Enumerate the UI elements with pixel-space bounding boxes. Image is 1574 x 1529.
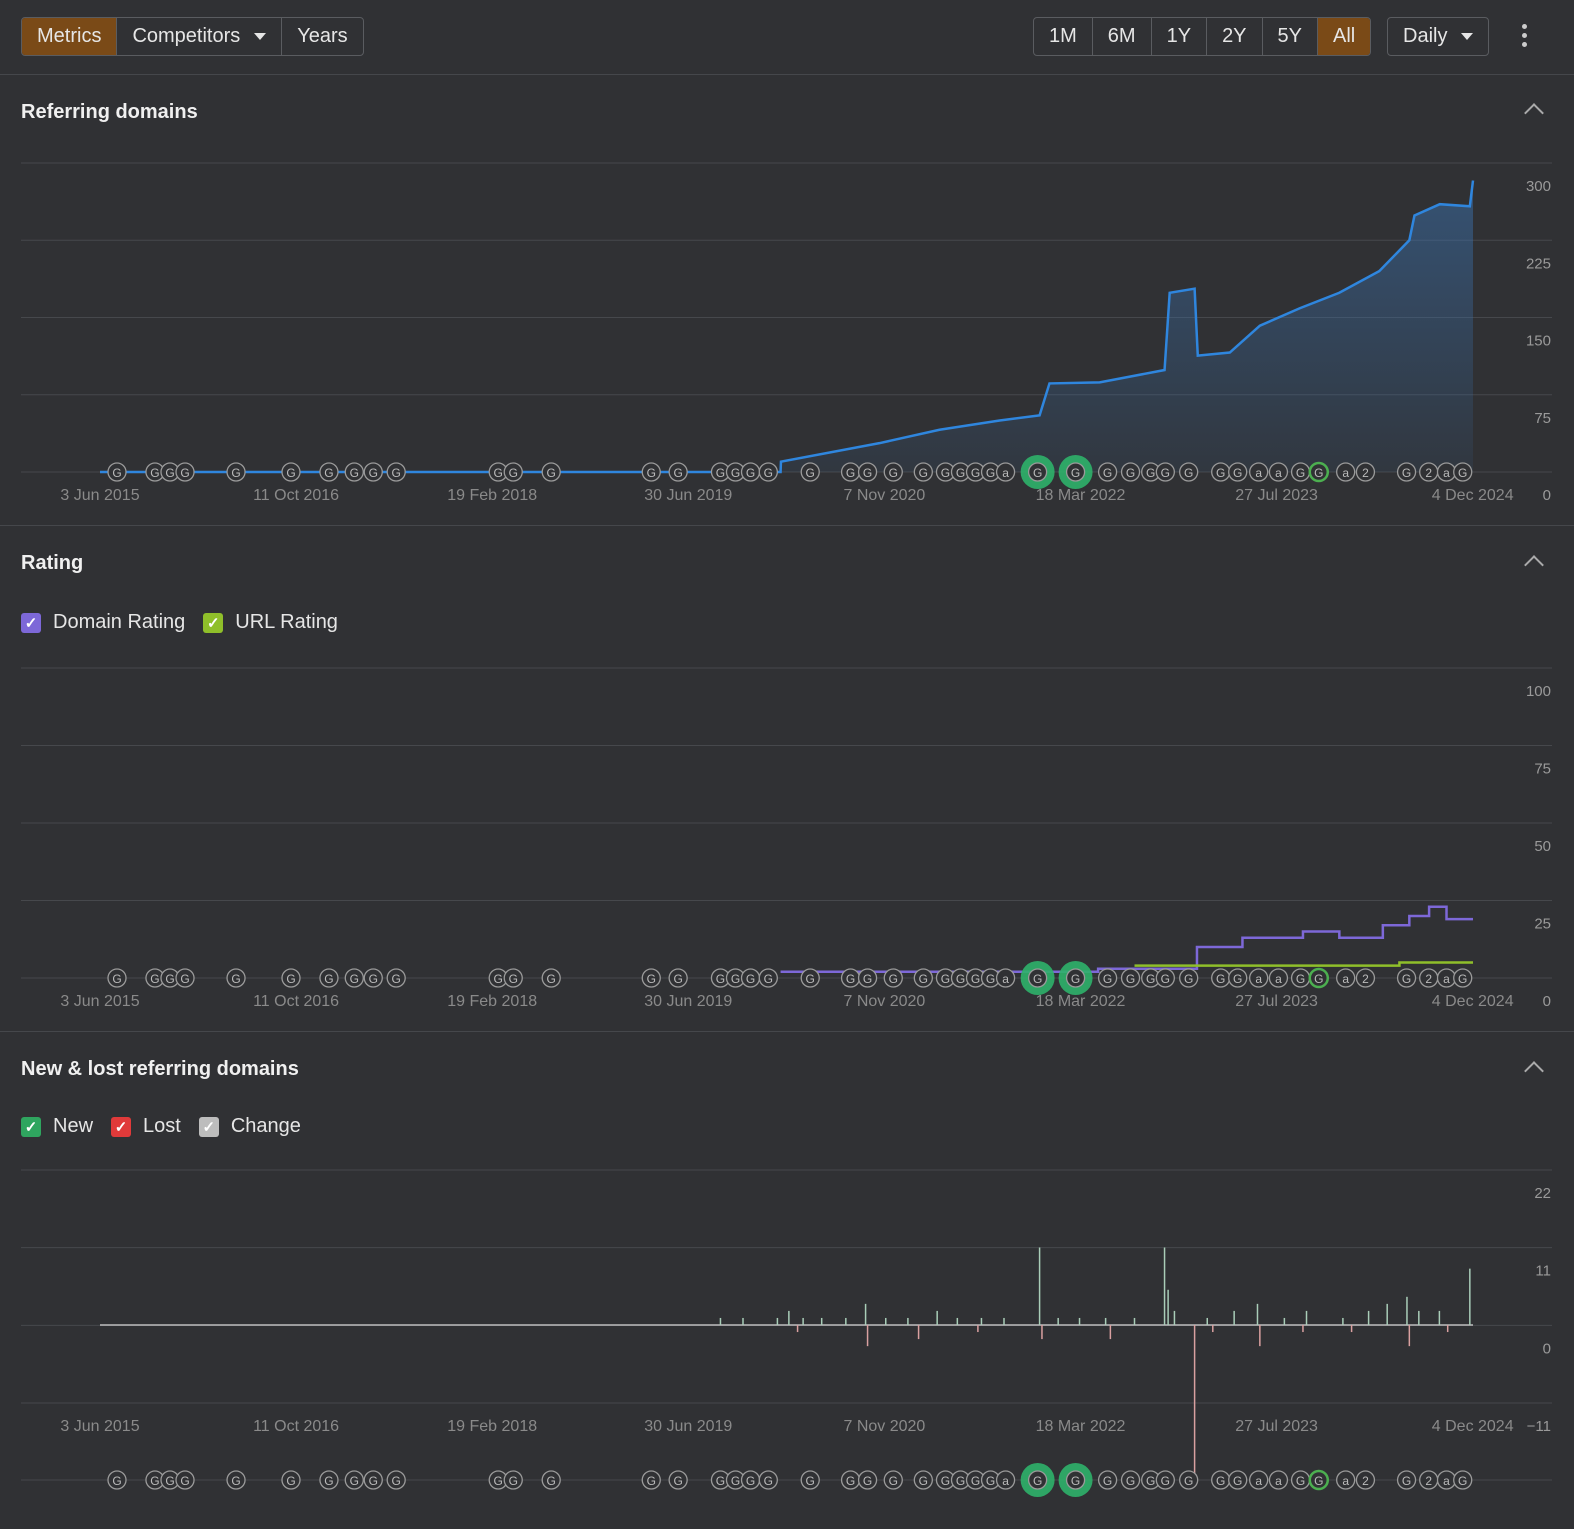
annotation-marker-label: G	[919, 1474, 928, 1488]
annotation-marker-label: a	[1443, 1474, 1450, 1488]
annotation-marker-label: G	[1033, 1474, 1042, 1488]
x-tick-label: 30 Jun 2019	[644, 1418, 732, 1435]
x-tick-label: 19 Feb 2018	[447, 1418, 537, 1435]
annotation-marker-label: G	[1233, 1474, 1242, 1488]
annotation-marker-label: G	[956, 1474, 965, 1488]
annotation-marker-label: G	[1146, 1474, 1155, 1488]
annotation-marker-label: G	[1071, 1474, 1080, 1488]
annotation-marker-label: G	[971, 1474, 980, 1488]
annotation-marker-label: G	[165, 1474, 174, 1488]
annotation-marker-label: G	[494, 1474, 503, 1488]
annotation-marker-label: G	[746, 1474, 755, 1488]
annotation-marker-label: G	[846, 1474, 855, 1488]
x-tick-label: 11 Oct 2016	[253, 1418, 339, 1435]
annotation-marker-label: G	[1216, 1474, 1225, 1488]
x-tick-label: 3 Jun 2015	[60, 1418, 139, 1435]
annotation-marker-label: a	[1002, 1474, 1009, 1488]
annotation-marker-label: a	[1342, 1474, 1349, 1488]
annotation-marker-label: G	[324, 1474, 333, 1488]
annotation-marker-label: G	[806, 1474, 815, 1488]
annotation-marker-label: G	[1184, 1474, 1193, 1488]
annotation-marker-label: G	[1458, 1474, 1467, 1488]
x-tick-label: 27 Jul 2023	[1235, 1418, 1318, 1435]
annotation-marker-label: G	[112, 1474, 121, 1488]
annotation-marker-label: G	[150, 1474, 159, 1488]
x-tick-label: 4 Dec 2024	[1432, 1418, 1514, 1435]
annotation-marker-label: G	[286, 1474, 295, 1488]
annotation-marker-label: G	[764, 1474, 773, 1488]
annotation-marker-label: G	[547, 1474, 556, 1488]
annotation-marker-label: G	[369, 1474, 378, 1488]
annotation-marker-label: G	[1161, 1474, 1170, 1488]
x-tick-label: 18 Mar 2022	[1036, 1418, 1126, 1435]
annotation-marker-label: G	[716, 1474, 725, 1488]
annotation-marker-label: G	[392, 1474, 401, 1488]
annotation-marker-label: G	[1126, 1474, 1135, 1488]
annotation-marker-label: a	[1255, 1474, 1262, 1488]
annotation-marker-label: 2	[1425, 1474, 1432, 1488]
annotation-marker-label: G	[1314, 1474, 1323, 1488]
y-tick-label: 22	[1534, 1185, 1551, 1202]
annotation-marker-label: G	[1296, 1474, 1305, 1488]
annotation-marker-label: G	[986, 1474, 995, 1488]
annotation-marker-label: G	[231, 1474, 240, 1488]
y-tick-label: 0	[1543, 1340, 1551, 1357]
annotation-marker-label: G	[889, 1474, 898, 1488]
annotation-marker-label: G	[731, 1474, 740, 1488]
y-tick-label: 11	[1535, 1263, 1551, 1280]
annotation-marker-label: 2	[1362, 1474, 1369, 1488]
annotation-marker-label: G	[350, 1474, 359, 1488]
annotation-marker-label: G	[180, 1474, 189, 1488]
annotation-marker-label: a	[1275, 1474, 1282, 1488]
x-tick-label: 7 Nov 2020	[843, 1418, 925, 1435]
annotation-marker-label: G	[863, 1474, 872, 1488]
annotation-marker-label: G	[509, 1474, 518, 1488]
new-lost-chart: 22110−113 Jun 2015 11 Oct 2016 19 Feb 2018…	[21, 1169, 1552, 1497]
annotation-marker-label: G	[1402, 1474, 1411, 1488]
annotation-marker-label: G	[647, 1474, 656, 1488]
annotation-marker-label: G	[1103, 1474, 1112, 1488]
annotation-marker-label: G	[673, 1474, 682, 1488]
annotation-marker-label: G	[941, 1474, 950, 1488]
y-tick-label: −11	[1527, 1418, 1551, 1435]
